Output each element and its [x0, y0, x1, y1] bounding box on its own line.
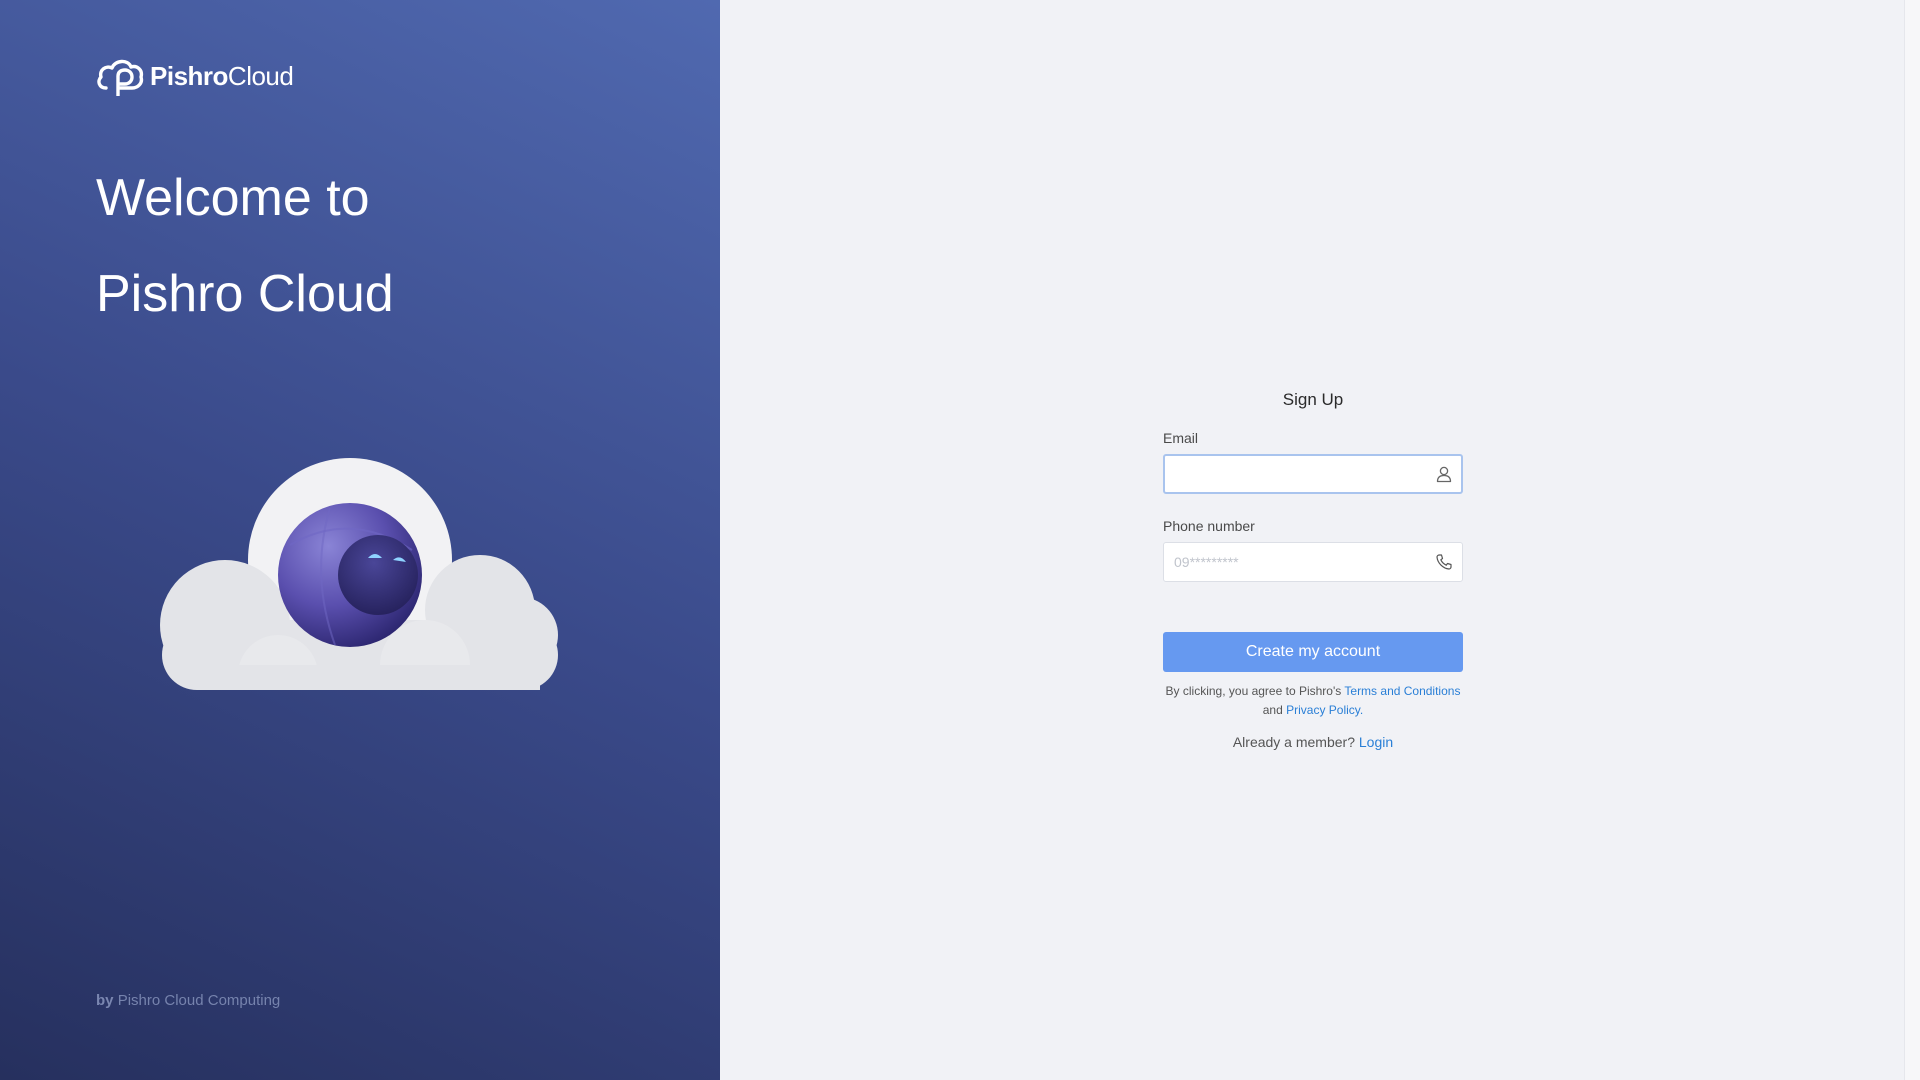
robot-face	[338, 535, 418, 615]
signup-page: PishroCloud Welcome to Pishro Cloud by P…	[0, 0, 1920, 1080]
user-icon	[1436, 466, 1452, 483]
terms-notice: By clicking, you agree to Pishro's Terms…	[1163, 682, 1463, 720]
welcome-line-1: Welcome to	[96, 169, 370, 227]
phone-label: Phone number	[1163, 518, 1255, 534]
phone-input[interactable]	[1163, 542, 1463, 582]
welcome-line-2: Pishro Cloud	[96, 265, 394, 323]
privacy-link-label: Privacy Policy	[1286, 703, 1360, 717]
phone-field-wrapper	[1163, 542, 1463, 582]
email-input[interactable]	[1163, 454, 1463, 494]
privacy-suffix: .	[1359, 703, 1364, 717]
brand-name-strong: Pishro	[150, 60, 228, 91]
footer-credit: by Pishro Cloud Computing	[96, 992, 280, 1009]
signup-form: Sign Up Email Phone number Create my acc…	[1163, 390, 1463, 750]
terms-prefix: By clicking, you agree to Pishro's	[1165, 684, 1342, 698]
login-prompt: Already a member? Login	[1163, 734, 1463, 750]
terms-link[interactable]: Terms and Conditions	[1344, 684, 1460, 698]
signup-title: Sign Up	[1282, 390, 1344, 409]
window-edge	[1904, 0, 1920, 1080]
footer-company: Pishro Cloud Computing	[117, 992, 281, 1009]
phone-icon	[1436, 554, 1452, 570]
brand-name-light: Cloud	[227, 60, 294, 91]
cloud-robot-illustration	[160, 458, 558, 690]
login-link[interactable]: Login	[1359, 734, 1393, 750]
hero-panel: PishroCloud Welcome to Pishro Cloud by P…	[0, 0, 720, 1080]
form-spacer	[1163, 606, 1463, 632]
email-field-wrapper	[1163, 454, 1463, 494]
footer-by: by	[96, 992, 114, 1009]
welcome-heading: Welcome to Pishro Cloud	[96, 150, 656, 342]
privacy-link[interactable]: Privacy Policy.	[1286, 703, 1363, 717]
cloud-logo-icon	[97, 59, 144, 96]
email-label: Email	[1163, 430, 1199, 446]
create-account-button[interactable]: Create my account	[1163, 632, 1463, 672]
brand-name: PishroCloud	[150, 60, 294, 92]
brand-logo[interactable]: PishroCloud	[96, 56, 294, 96]
terms-and: and	[1262, 703, 1283, 717]
member-prompt-text: Already a member?	[1232, 734, 1355, 750]
